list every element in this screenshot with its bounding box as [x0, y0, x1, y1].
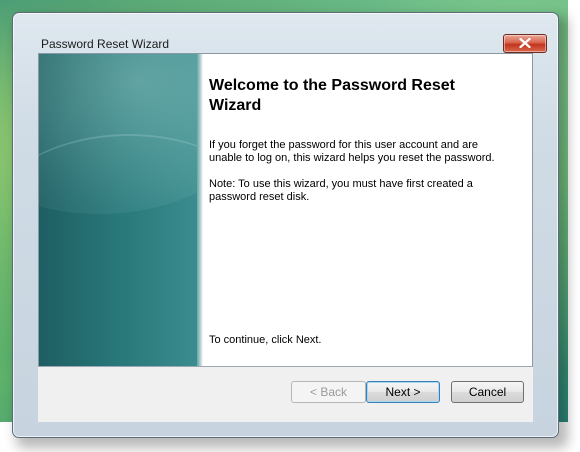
- wizard-heading: Welcome to the Password Reset Wizard: [209, 77, 455, 114]
- banner-edge: [197, 54, 203, 367]
- title-bar[interactable]: Password Reset Wizard: [13, 13, 558, 53]
- next-button[interactable]: Next >: [366, 381, 440, 403]
- window-title: Password Reset Wizard: [41, 37, 170, 51]
- close-icon: [519, 38, 531, 48]
- note-paragraph: Note: To use this wizard, you must have …: [209, 178, 473, 203]
- banner-wave: [39, 134, 197, 336]
- wizard-window: Password Reset Wizard Welcome to the Pas…: [12, 12, 559, 438]
- intro-paragraph: If you forget the password for this user…: [209, 139, 495, 164]
- wizard-side-banner: [39, 54, 197, 367]
- close-button[interactable]: [503, 34, 547, 53]
- wizard-content-area: Welcome to the Password Reset Wizard If …: [38, 53, 533, 367]
- continue-instruction: To continue, click Next.: [209, 334, 322, 346]
- back-button[interactable]: < Back: [291, 381, 366, 403]
- cancel-button[interactable]: Cancel: [451, 381, 524, 403]
